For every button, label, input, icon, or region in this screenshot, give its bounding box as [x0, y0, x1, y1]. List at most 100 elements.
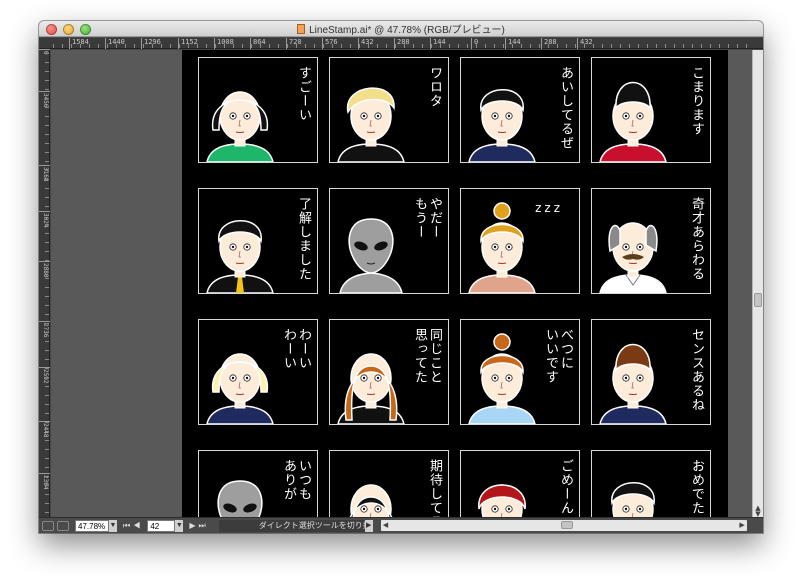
stamp-caption: いつも ありが — [281, 459, 311, 501]
ruler-minor-tick — [260, 44, 261, 48]
character-illustration — [611, 482, 655, 517]
page-number-field[interactable]: 42 — [147, 519, 176, 532]
ruler-minor-tick — [45, 404, 49, 405]
ruler-minor-tick — [45, 431, 49, 432]
ruler-minor-tick — [45, 80, 49, 81]
ruler-minor-tick — [566, 44, 567, 48]
line-stamp[interactable]: こまります — [591, 57, 711, 163]
status-text[interactable]: ダイレクト選択ツールを切り換え — [218, 519, 365, 532]
ruler-minor-tick — [485, 44, 486, 48]
line-stamp[interactable]: zzz — [460, 188, 580, 294]
ruler-minor-tick — [45, 512, 49, 513]
ruler-minor-tick — [377, 44, 378, 48]
ruler-minor-tick — [45, 125, 49, 126]
ruler-minor-tick — [45, 89, 49, 90]
ruler-minor-tick — [197, 44, 198, 48]
ruler-minor-tick — [224, 44, 225, 48]
ruler-minor-tick — [557, 44, 558, 48]
page-dropdown-icon[interactable]: ▼ — [175, 519, 184, 532]
status-bar: 47.78% ▼ ⏮◀ 42 ▼ ▶⏭ ダイレクト選択ツールを切り換え ▶ ◀ … — [39, 517, 763, 533]
line-stamp[interactable]: やだー もうー — [329, 188, 449, 294]
scroll-right-arrow-icon[interactable]: ▶ — [739, 520, 744, 531]
line-stamp[interactable]: わーい わーい — [198, 319, 318, 425]
line-stamp[interactable]: 期待してる — [329, 450, 449, 517]
line-stamp[interactable]: 了解しました — [198, 188, 318, 294]
ruler-minor-tick — [737, 44, 738, 48]
ruler-minor-tick — [45, 422, 49, 423]
ruler-minor-tick — [692, 44, 693, 48]
ruler-minor-tick — [503, 44, 504, 48]
ruler-tick-label: 0 — [471, 38, 478, 49]
ruler-minor-tick — [314, 44, 315, 48]
character-illustration — [478, 484, 526, 517]
ruler-tick-label: 144 — [430, 38, 446, 49]
artboard[interactable]: すごーい ワロタ あいしてるぜ こまります 了解しました やだー もうー zzz… — [182, 50, 728, 517]
ruler-minor-tick — [323, 44, 324, 48]
horizontal-ruler[interactable]: 1584 1440 1296 1152 1008 864 720 576 432 288 144 0 1… — [39, 38, 763, 49]
line-stamp[interactable]: ワロタ — [329, 57, 449, 163]
character-illustration — [468, 89, 536, 162]
ruler-minor-tick — [233, 44, 234, 48]
ruler-minor-tick — [368, 44, 369, 48]
line-stamp[interactable]: 同じこと 思ってた — [329, 319, 449, 425]
scroll-left-arrow-icon[interactable]: ◀ — [383, 520, 388, 531]
character-illustration — [599, 222, 667, 293]
line-stamp[interactable]: ごめーん — [460, 450, 580, 517]
ruler-minor-tick — [80, 44, 81, 48]
ruler-minor-tick — [45, 332, 49, 333]
stamp-caption: べつに いいです — [543, 328, 573, 384]
line-stamp[interactable]: あいしてるぜ — [460, 57, 580, 163]
character-illustration — [468, 333, 536, 424]
title-bar[interactable]: LineStamp.ai* @ 47.78% (RGB/プレビュー) — [39, 21, 763, 37]
character-illustration — [206, 220, 274, 293]
ruler-minor-tick — [629, 44, 630, 48]
zoom-window-button[interactable] — [80, 24, 91, 35]
ruler-minor-tick — [242, 44, 243, 48]
pasteboard-right[interactable] — [728, 50, 752, 517]
horizontal-scrollbar[interactable]: ◀ ▶ — [380, 520, 747, 531]
share-icon[interactable] — [57, 520, 69, 531]
stamp-caption: あいしてるぜ — [558, 66, 573, 150]
line-stamp[interactable]: おめでたい — [591, 450, 711, 517]
first-page-icon[interactable]: ⏮◀ — [123, 521, 143, 531]
line-stamp[interactable]: いつも ありが — [198, 450, 318, 517]
character-illustration — [217, 480, 263, 517]
character-illustration — [337, 87, 405, 162]
minimize-window-button[interactable] — [63, 24, 74, 35]
zoom-level-field[interactable]: 47.78% — [75, 519, 109, 532]
ruler-minor-tick — [45, 287, 49, 288]
status-menu-icon[interactable]: ▶ — [364, 519, 373, 532]
ruler-minor-tick — [683, 44, 684, 48]
ruler-minor-tick — [116, 44, 117, 48]
pasteboard[interactable] — [51, 50, 182, 517]
horizontal-scroll-thumb[interactable] — [560, 521, 573, 529]
ruler-minor-tick — [269, 44, 270, 48]
ruler-minor-tick — [98, 44, 99, 48]
ruler-minor-tick — [45, 116, 49, 117]
next-page-icon[interactable]: ▶⏭ — [189, 521, 208, 531]
artboard-navigator-icon[interactable] — [42, 520, 54, 531]
vertical-ruler[interactable]: 034563168302428802736259224482304 — [39, 49, 50, 517]
ruler-minor-tick — [710, 44, 711, 48]
character-illustration — [349, 484, 393, 517]
ruler-minor-tick — [413, 44, 414, 48]
ruler-minor-tick — [287, 44, 288, 48]
line-stamp[interactable]: 奇才あらわる — [591, 188, 711, 294]
ruler-tick-label: 2448 — [39, 421, 50, 437]
ruler-minor-tick — [179, 44, 180, 48]
line-stamp[interactable]: べつに いいです — [460, 319, 580, 425]
ruler-minor-tick — [45, 107, 49, 108]
ruler-tick-label: 720 — [286, 38, 302, 49]
line-stamp[interactable]: センスあるね — [591, 319, 711, 425]
line-stamp[interactable]: すごーい — [198, 57, 318, 163]
character-illustration — [206, 353, 274, 424]
stamp-caption: すごーい — [296, 66, 311, 122]
ruler-minor-tick — [45, 197, 49, 198]
illustrator-window: LineStamp.ai* @ 47.78% (RGB/プレビュー) 1584 1… — [39, 21, 763, 533]
vertical-scrollbar[interactable]: ▲ ▼ — [752, 50, 763, 518]
character-illustration — [599, 343, 667, 424]
zoom-dropdown-icon[interactable]: ▼ — [109, 519, 117, 532]
ruler-minor-tick — [45, 206, 49, 207]
close-window-button[interactable] — [46, 24, 57, 35]
vertical-scroll-thumb[interactable] — [754, 293, 762, 307]
